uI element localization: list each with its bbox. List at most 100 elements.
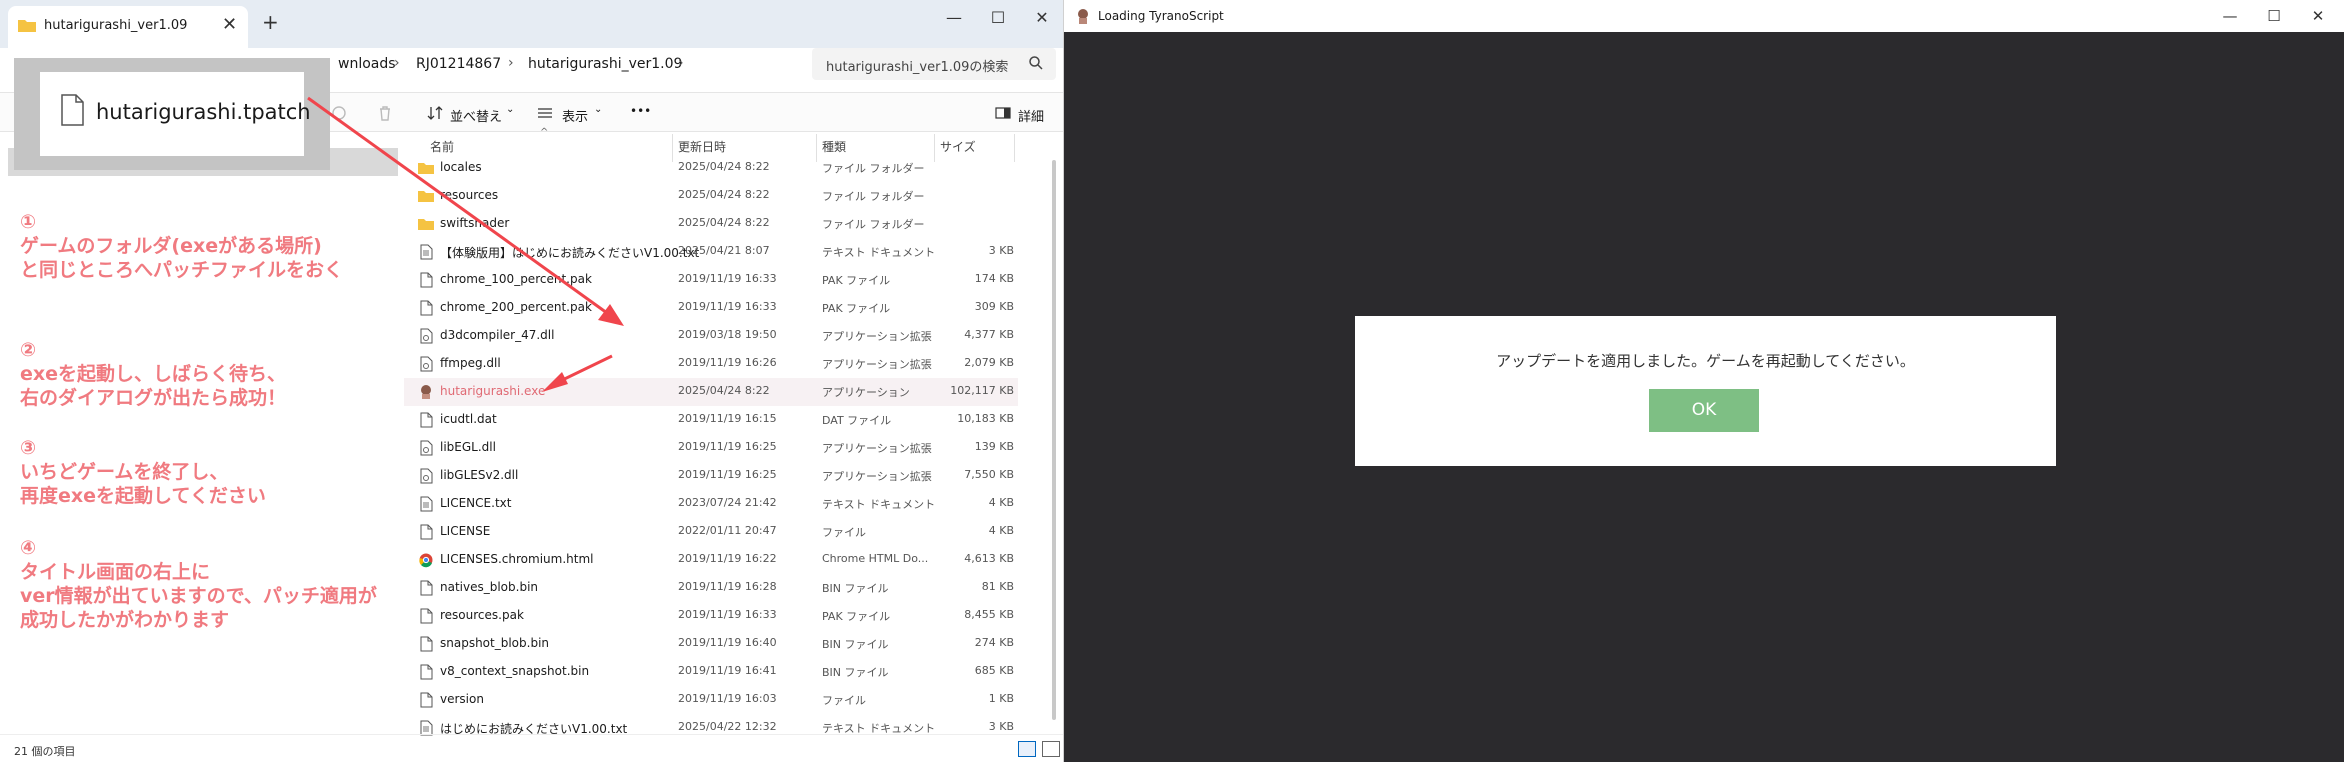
view-button[interactable]: 表示 [562, 106, 588, 125]
file-name: libEGL.dll [440, 440, 496, 454]
tyrano-titlebar: Loading TyranoScript — ☐ ✕ [1064, 0, 2344, 32]
instruction-step: ④ タイトル画面の右上に ver情報が出ていますので、パッチ適用が 成功したかがわかり… [20, 536, 377, 632]
column-header-size[interactable]: サイズ [940, 138, 976, 155]
tab-close-button[interactable]: ✕ [222, 14, 237, 35]
file-row[interactable]: version 2019/11/19 16:03 ファイル 1 KB [404, 686, 1018, 714]
folder-icon [418, 163, 434, 174]
file-date: 2022/01/11 20:47 [678, 524, 777, 537]
file-row[interactable]: icudtl.dat 2019/11/19 16:15 DAT ファイル 10,183… [404, 406, 1018, 434]
tiles-view-icon[interactable] [1042, 741, 1060, 757]
file-name: version [440, 692, 484, 706]
explorer-tab[interactable]: hutarigurashi_ver1.09 ✕ [8, 6, 248, 48]
file-row[interactable]: 【体験版用】はじめにお読みくださいV1.00.txt 2025/04/21 8:0… [404, 238, 1018, 266]
column-header-date[interactable]: 更新日時 [678, 138, 726, 155]
file-type: DAT ファイル [822, 414, 892, 427]
column-header-type[interactable]: 種類 [822, 138, 846, 155]
file-row[interactable]: chrome_200_percent.pak 2019/11/19 16:33 PA… [404, 294, 1018, 322]
file-icon [420, 300, 433, 316]
file-name: libGLESv2.dll [440, 468, 519, 482]
breadcrumb-downloads[interactable]: wnloads [338, 56, 396, 72]
instruction-line: ver情報が出ていますので、パッチ適用が [20, 585, 377, 607]
file-icon [420, 664, 433, 680]
search-box[interactable]: hutarigurashi_ver1.09の検索 [812, 48, 1056, 80]
details-pane-icon [995, 107, 1011, 119]
file-row[interactable]: LICENSE 2022/01/11 20:47 ファイル 4 KB [404, 518, 1018, 546]
file-date: 2025/04/24 8:22 [678, 188, 770, 201]
file-size: 4 KB [988, 524, 1014, 537]
file-row[interactable]: snapshot_blob.bin 2019/11/19 16:40 BIN ファイ… [404, 630, 1018, 658]
instruction-line: 成功したかがわかります [20, 609, 230, 631]
file-row[interactable]: LICENCE.txt 2023/07/24 21:42 テキスト ドキュメント 4 … [404, 490, 1018, 518]
instruction-line: 右のダイアログが出たら成功！ [20, 387, 287, 409]
breadcrumb-current-folder[interactable]: hutarigurashi_ver1.09 [528, 56, 682, 72]
column-header-name[interactable]: 名前 [430, 138, 454, 155]
maximize-button[interactable]: ☐ [2252, 2, 2296, 30]
new-tab-button[interactable]: + [262, 10, 279, 34]
status-bar: 21 個の項目 [0, 734, 1063, 762]
details-button[interactable]: 詳細 [1018, 106, 1044, 125]
file-date: 2023/07/24 21:42 [678, 496, 777, 509]
file-name: v8_context_snapshot.bin [440, 664, 590, 678]
file-row[interactable]: v8_context_snapshot.bin 2019/11/19 16:41 B… [404, 658, 1018, 686]
file-row[interactable]: swiftshader 2025/04/24 8:22 ファイル フォルダー [404, 210, 1018, 238]
file-row[interactable]: natives_blob.bin 2019/11/19 16:28 BIN ファイル… [404, 574, 1018, 602]
breadcrumb-separator: › [394, 55, 400, 71]
instruction-line: exeを起動し、しばらく待ち、 [20, 363, 287, 385]
minimize-button[interactable]: — [932, 4, 976, 32]
breadcrumb-rj-folder[interactable]: RJ01214867 [416, 56, 501, 72]
file-row[interactable]: chrome_100_percent.pak 2019/11/19 16:33 PA… [404, 266, 1018, 294]
folder-icon [418, 191, 434, 202]
file-row[interactable]: libEGL.dll 2019/11/19 16:25 アプリケーション拡張 139 … [404, 434, 1018, 462]
patch-file-box: hutarigurashi.tpatch [40, 72, 311, 156]
details-view-icon[interactable] [1018, 741, 1036, 757]
minimize-button[interactable]: — [2208, 2, 2252, 30]
file-icon [61, 94, 84, 126]
tyranoscript-window: Loading TyranoScript — ☐ ✕ アップデートを適用しました… [1064, 0, 2344, 762]
file-date: 2025/04/24 8:22 [678, 384, 770, 397]
file-explorer-window: hutarigurashi_ver1.09 ✕ + — ☐ ✕ wnloads … [0, 0, 1064, 762]
file-icon [420, 412, 433, 428]
file-name: snapshot_blob.bin [440, 636, 550, 650]
explorer-titlebar: hutarigurashi_ver1.09 ✕ + — ☐ ✕ [0, 0, 1063, 48]
file-type: PAK ファイル [822, 302, 891, 315]
file-size: 3 KB [988, 244, 1014, 257]
ok-button[interactable]: OK [1649, 389, 1759, 432]
file-size: 274 KB [974, 636, 1014, 649]
file-row[interactable]: ffmpeg.dll 2019/11/19 16:26 アプリケーション拡張 2,07… [404, 350, 1018, 378]
sort-button[interactable]: 並べ替え [450, 106, 502, 125]
instruction-line: ゲームのフォルダ(exeがある場所) [20, 235, 322, 257]
file-row[interactable]: resources 2025/04/24 8:22 ファイル フォルダー [404, 182, 1018, 210]
instruction-line: ① [20, 211, 37, 233]
file-name: chrome_200_percent.pak [440, 300, 592, 314]
share-icon[interactable] [330, 104, 348, 122]
instruction-line: いちどゲームを終了し、 [20, 461, 229, 483]
close-button[interactable]: ✕ [2296, 2, 2340, 30]
maximize-button[interactable]: ☐ [976, 4, 1020, 32]
folder-icon [418, 219, 434, 230]
close-button[interactable]: ✕ [1020, 4, 1063, 32]
app-icon [1078, 9, 1088, 24]
instruction-line: ② [20, 339, 37, 361]
update-dialog: アップデートを適用しました。ゲームを再起動してください。 OK [1355, 316, 2056, 466]
file-type: アプリケーション拡張 [822, 442, 932, 455]
file-row[interactable]: LICENSES.chromium.html 2019/11/19 16:22 Ch… [404, 546, 1018, 574]
file-date: 2019/11/19 16:28 [678, 580, 777, 593]
more-options-button[interactable]: ••• [630, 104, 651, 118]
instruction-step: ③ いちどゲームを終了し、 再度exeを起動してください [20, 436, 266, 508]
file-size: 81 KB [981, 580, 1014, 593]
file-date: 2019/11/19 16:03 [678, 692, 777, 705]
breadcrumb-separator: › [508, 55, 514, 71]
file-row[interactable]: hutarigurashi.exe 2025/04/24 8:22 アプリケーション… [404, 378, 1018, 406]
dialog-message: アップデートを適用しました。ゲームを再起動してください。 [1496, 352, 1915, 370]
file-name: 【体験版用】はじめにお読みくださいV1.00.txt [440, 246, 700, 260]
file-row[interactable]: locales 2025/04/24 8:22 ファイル フォルダー [404, 154, 1018, 182]
window-title: Loading TyranoScript [1098, 9, 1224, 23]
vertical-scrollbar[interactable] [1052, 160, 1056, 720]
file-name: ffmpeg.dll [440, 356, 501, 370]
file-row[interactable]: resources.pak 2019/11/19 16:33 PAK ファイル 8,4… [404, 602, 1018, 630]
instruction-line: と同じところへパッチファイルをおく [20, 259, 344, 281]
file-name: icudtl.dat [440, 412, 497, 426]
delete-icon[interactable] [376, 104, 394, 122]
file-row[interactable]: libGLESv2.dll 2019/11/19 16:25 アプリケーション拡張 7… [404, 462, 1018, 490]
file-row[interactable]: d3dcompiler_47.dll 2019/03/18 19:50 アプリケーシ… [404, 322, 1018, 350]
